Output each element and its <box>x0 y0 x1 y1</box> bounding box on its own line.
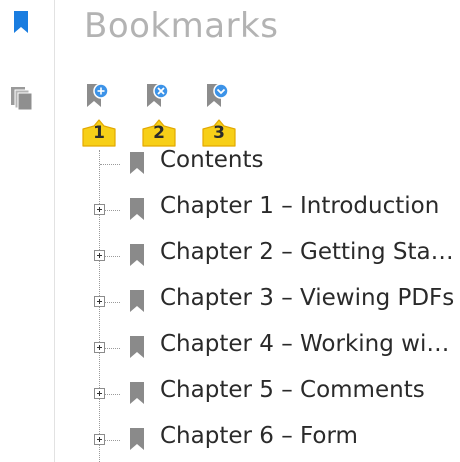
tree-item-label[interactable]: Chapter 6 – Form <box>160 423 456 449</box>
expand-icon[interactable] <box>94 342 105 353</box>
bookmark-tree: Contents Chapter 1 – Introduction Chapte… <box>56 0 460 462</box>
expand-icon[interactable] <box>94 434 105 445</box>
bookmark-icon <box>128 151 146 179</box>
pages-icon[interactable] <box>9 85 35 115</box>
expand-icon[interactable] <box>94 250 105 261</box>
tree-item-label[interactable]: Contents <box>160 147 456 173</box>
bookmark-icon <box>128 335 146 363</box>
tree-item-chapter-1[interactable]: Chapter 1 – Introduction <box>56 189 460 229</box>
tree-item-chapter-2[interactable]: Chapter 2 – Getting Started <box>56 235 460 275</box>
left-icon-bar <box>0 0 55 462</box>
tree-item-label[interactable]: Chapter 1 – Introduction <box>160 193 456 219</box>
tree-item-label[interactable]: Chapter 2 – Getting Started <box>160 239 456 265</box>
bookmark-icon <box>128 197 146 225</box>
bookmarks-panel: Bookmarks 1 2 3 Contents Chapter 1 – Int… <box>56 0 460 462</box>
bookmark-icon <box>128 381 146 409</box>
bookmark-icon <box>128 243 146 271</box>
expand-icon[interactable] <box>94 388 105 399</box>
tree-item-label[interactable]: Chapter 5 – Comments <box>160 377 456 403</box>
bookmark-icon <box>128 427 146 455</box>
tree-item-contents[interactable]: Contents <box>56 143 460 183</box>
expand-icon[interactable] <box>94 296 105 307</box>
tree-item-chapter-3[interactable]: Chapter 3 – Viewing PDFs <box>56 281 460 321</box>
tree-item-label[interactable]: Chapter 4 – Working with PDFs <box>160 331 456 357</box>
tree-item-chapter-5[interactable]: Chapter 5 – Comments <box>56 373 460 413</box>
tree-item-label[interactable]: Chapter 3 – Viewing PDFs <box>160 285 456 311</box>
tree-item-chapter-4[interactable]: Chapter 4 – Working with PDFs <box>56 327 460 367</box>
tree-item-chapter-6[interactable]: Chapter 6 – Form <box>56 419 460 459</box>
bookmark-icon[interactable] <box>12 10 30 38</box>
expand-icon[interactable] <box>94 204 105 215</box>
bookmark-icon <box>128 289 146 317</box>
tree-branch-line <box>100 164 120 165</box>
